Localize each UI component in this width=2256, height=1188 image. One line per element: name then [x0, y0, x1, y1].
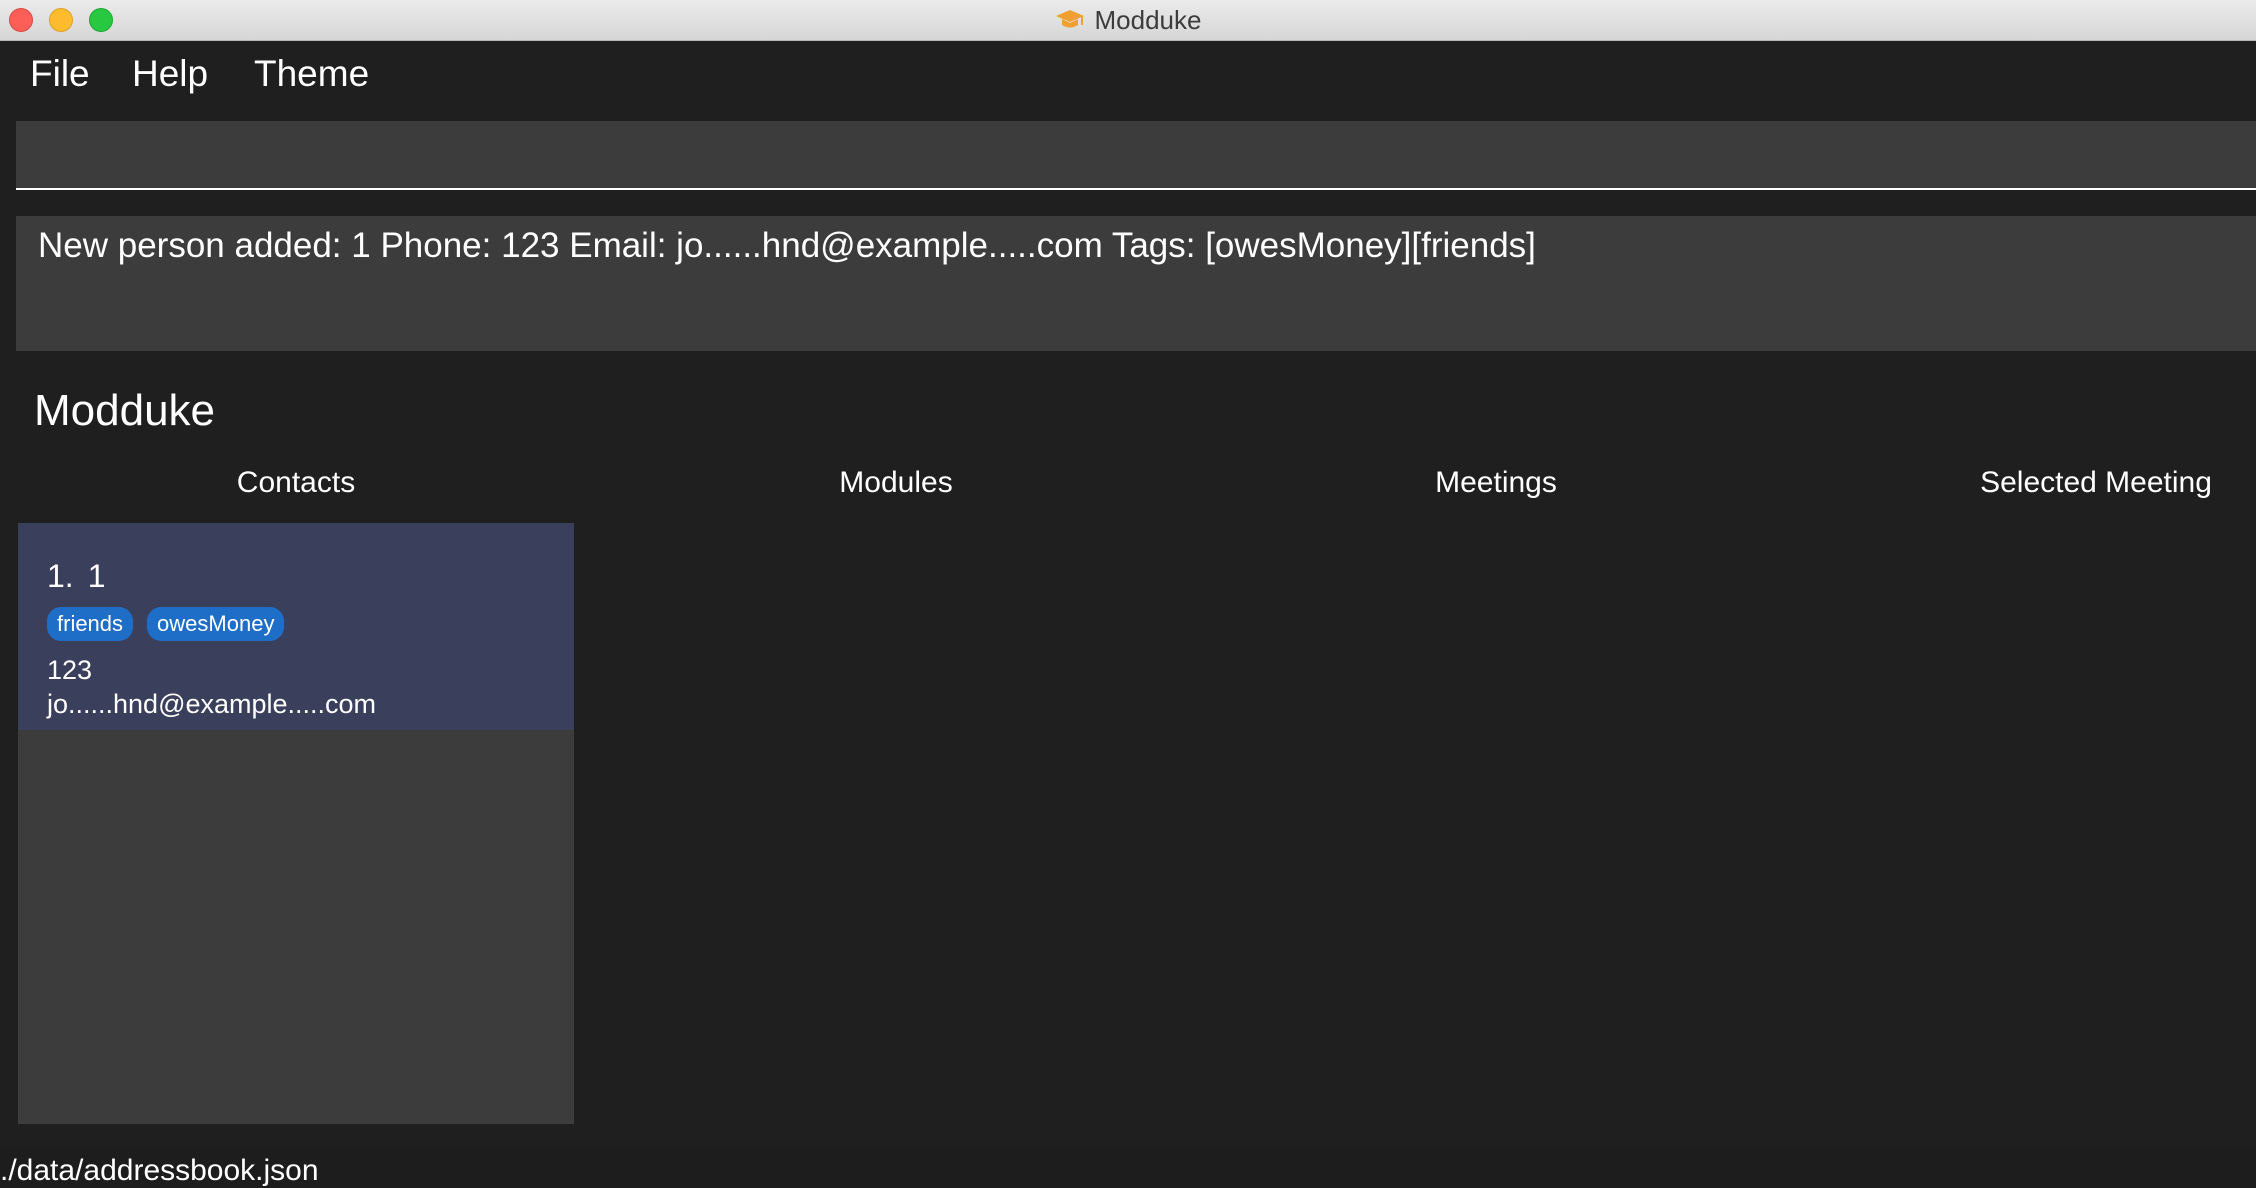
- graduation-cap-icon: [1055, 10, 1084, 28]
- contact-name: 1: [87, 558, 106, 594]
- title-bar: Modduke: [0, 0, 2256, 41]
- window-title: Modduke: [1094, 4, 1202, 35]
- window-title-group: Modduke: [0, 0, 2256, 40]
- tag-badge: friends: [47, 607, 134, 641]
- contact-tags: friends owesMoney: [47, 607, 285, 641]
- result-display: New person added: 1 Phone: 123 Email: jo…: [16, 216, 2256, 351]
- app-heading: Modduke: [34, 386, 216, 435]
- contacts-list[interactable]: 1. 1 friends owesMoney 123 jo......hnd@ex…: [18, 523, 574, 1124]
- modules-section-label: Modules: [839, 466, 953, 499]
- command-input[interactable]: [16, 121, 2256, 188]
- contacts-section-label: Contacts: [236, 466, 356, 499]
- save-location: ./data/addressbook.json: [0, 1154, 319, 1187]
- tag-badge: owesMoney: [147, 607, 285, 641]
- menu-help[interactable]: Help: [132, 53, 208, 95]
- contact-name-row: 1. 1: [47, 558, 119, 595]
- command-box: [16, 121, 2256, 190]
- menu-theme[interactable]: Theme: [254, 53, 369, 95]
- contact-email: jo......hnd@example.....com: [47, 689, 377, 719]
- menu-file[interactable]: File: [30, 53, 90, 95]
- contact-phone: 123: [47, 655, 93, 685]
- status-bar: ./data/addressbook.json: [0, 1148, 2256, 1188]
- app-window: Modduke File Help Theme New person added…: [0, 0, 2256, 1188]
- contact-card[interactable]: 1. 1 friends owesMoney 123 jo......hnd@ex…: [18, 523, 574, 730]
- menu-bar: File Help Theme: [0, 41, 2256, 120]
- meetings-section-label: Meetings: [1435, 466, 1557, 499]
- result-message: New person added: 1 Phone: 123 Email: jo…: [38, 226, 1536, 265]
- selected-meeting-section-label: Selected Meeting: [1980, 466, 2212, 499]
- contact-index: 1.: [47, 558, 74, 594]
